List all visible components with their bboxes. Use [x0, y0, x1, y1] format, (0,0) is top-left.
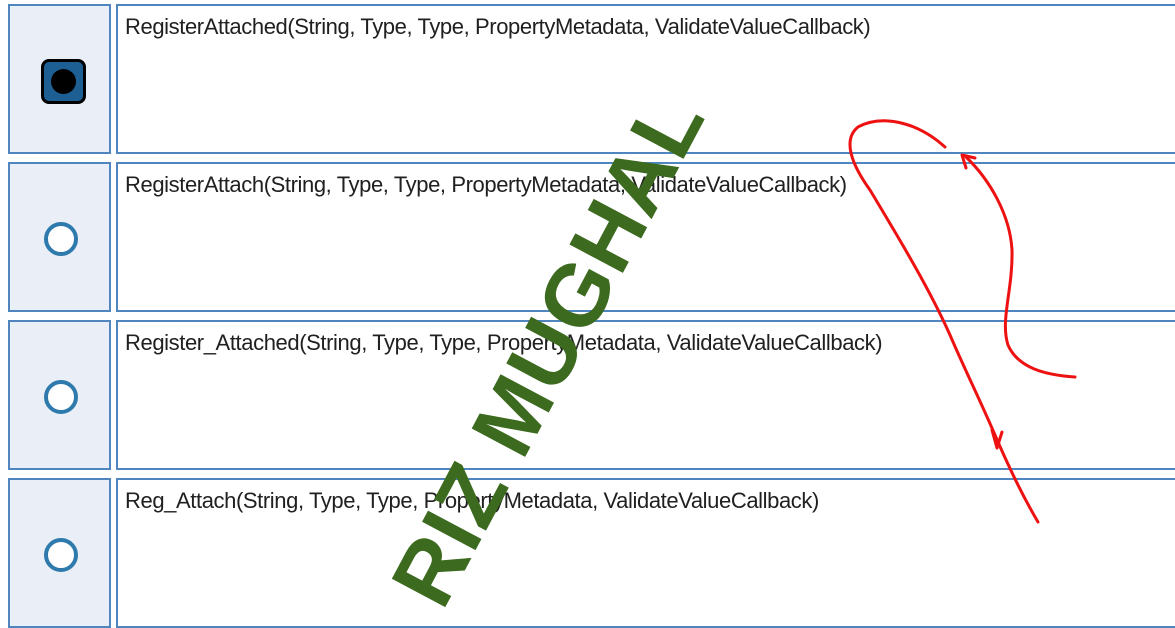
option-row-4[interactable]: Reg_Attach(String, Type, Type, PropertyM…: [0, 478, 1175, 628]
answer-options-panel: RegisterAttached(String, Type, Type, Pro…: [0, 0, 1175, 628]
option-label: Register_Attached(String, Type, Type, Pr…: [125, 330, 883, 355]
radio-cell[interactable]: [8, 320, 111, 470]
radio-cell[interactable]: [8, 162, 111, 312]
radio-button[interactable]: [44, 222, 78, 256]
radio-button[interactable]: [44, 380, 78, 414]
option-text-cell[interactable]: Reg_Attach(String, Type, Type, PropertyM…: [116, 478, 1175, 628]
option-text-cell[interactable]: Register_Attached(String, Type, Type, Pr…: [116, 320, 1175, 470]
option-label: RegisterAttach(String, Type, Type, Prope…: [125, 172, 847, 197]
option-text-cell[interactable]: RegisterAttach(String, Type, Type, Prope…: [116, 162, 1175, 312]
radio-cell[interactable]: [8, 4, 111, 154]
radio-button[interactable]: [44, 538, 78, 572]
option-label: RegisterAttached(String, Type, Type, Pro…: [125, 14, 871, 39]
option-label: Reg_Attach(String, Type, Type, PropertyM…: [125, 488, 819, 513]
radio-cell[interactable]: [8, 478, 111, 628]
option-text-cell[interactable]: RegisterAttached(String, Type, Type, Pro…: [116, 4, 1175, 154]
option-row-1[interactable]: RegisterAttached(String, Type, Type, Pro…: [0, 4, 1175, 157]
option-row-3[interactable]: Register_Attached(String, Type, Type, Pr…: [0, 320, 1175, 473]
radio-button-selected[interactable]: [41, 59, 86, 104]
option-row-2[interactable]: RegisterAttach(String, Type, Type, Prope…: [0, 162, 1175, 315]
